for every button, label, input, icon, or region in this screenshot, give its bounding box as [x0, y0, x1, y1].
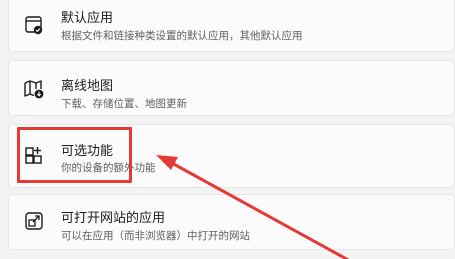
optional-features-icon	[23, 145, 45, 167]
apps-for-websites-icon	[23, 210, 45, 232]
settings-item-default-apps[interactable]: 默认应用 根据文件和链接种类设置的默认应用，其他默认应用	[8, 0, 455, 52]
settings-item-offline-maps[interactable]: 离线地图 下载、存储位置、地图更新	[8, 60, 455, 116]
settings-item-title: 离线地图	[61, 79, 114, 94]
offline-maps-icon	[23, 78, 45, 100]
settings-item-optional-features[interactable]: 可选功能 你的设备的额外功能	[8, 124, 455, 188]
settings-item-title: 默认应用	[61, 11, 114, 26]
settings-item-subtitle: 下载、存储位置、地图更新	[61, 98, 187, 110]
settings-item-title: 可选功能	[61, 144, 114, 159]
settings-item-subtitle: 根据文件和链接种类设置的默认应用，其他默认应用	[61, 30, 303, 42]
default-apps-icon	[23, 14, 45, 36]
settings-item-apps-for-websites[interactable]: 可打开网站的应用 可以在应用（而非浏览器）中打开的网站	[8, 194, 455, 250]
settings-item-title: 可打开网站的应用	[61, 211, 166, 226]
settings-item-subtitle: 你的设备的额外功能	[61, 162, 156, 174]
settings-page: 默认应用 根据文件和链接种类设置的默认应用，其他默认应用 离线地图 下载、存储位…	[0, 0, 455, 259]
settings-item-subtitle: 可以在应用（而非浏览器）中打开的网站	[61, 230, 250, 242]
